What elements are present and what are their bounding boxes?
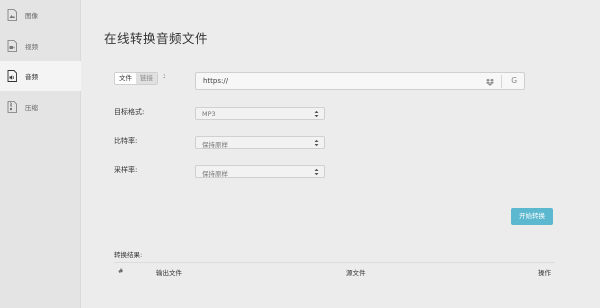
select-arrows-icon xyxy=(314,139,319,147)
format-select-value: MP3 xyxy=(202,110,216,118)
video-icon xyxy=(7,40,17,52)
results-divider xyxy=(114,262,555,263)
bitrate-select-value: 保持原样 xyxy=(202,141,228,149)
results-column-source: 源文件 xyxy=(346,269,366,277)
audio-file-icon xyxy=(7,70,17,82)
format-select[interactable]: MP3 xyxy=(195,107,325,120)
dropbox-icon[interactable] xyxy=(486,78,494,86)
sidebar-item-image[interactable]: 图像 xyxy=(0,0,81,30)
results-label: 转换结果: xyxy=(114,251,143,259)
samplerate-select[interactable]: 保持原样 xyxy=(195,165,325,178)
url-input[interactable]: https:// G xyxy=(195,72,525,90)
sidebar-item-label: 图像 xyxy=(25,12,38,20)
select-arrows-icon xyxy=(314,168,319,176)
bitrate-select[interactable]: 保持原样 xyxy=(195,136,325,149)
url-input-value: https:// xyxy=(203,77,229,85)
bitrate-label: 比特率: xyxy=(114,137,138,145)
sidebar-item-label: 压缩 xyxy=(25,104,38,112)
sidebar-item-label: 音频 xyxy=(25,73,38,81)
google-drive-icon[interactable]: G xyxy=(511,76,517,85)
main-content: 在线转换音频文件 文件 链接 : https:// G 目标格式: MP3 比特… xyxy=(81,0,600,308)
archive-icon xyxy=(7,101,17,113)
format-label: 目标格式: xyxy=(114,108,145,116)
results-column-output: 输出文件 xyxy=(156,269,182,277)
sidebar-item-audio[interactable]: 音频 xyxy=(0,61,81,91)
start-convert-button[interactable]: 开始转换 xyxy=(511,208,553,225)
file-toggle-button[interactable]: 文件 xyxy=(115,73,136,84)
results-column-index: # xyxy=(118,267,124,275)
image-icon xyxy=(7,9,17,21)
samplerate-label: 采样率: xyxy=(114,166,138,174)
page-title: 在线转换音频文件 xyxy=(104,31,209,46)
sidebar-item-video[interactable]: 视频 xyxy=(0,31,81,61)
sidebar: 图像 视频 音频 压缩 xyxy=(0,0,81,308)
select-arrows-icon xyxy=(314,110,319,118)
sidebar-item-archive[interactable]: 压缩 xyxy=(0,92,81,122)
link-toggle-button[interactable]: 链接 xyxy=(136,73,157,84)
source-toggle: 文件 链接 xyxy=(114,72,158,85)
samplerate-select-value: 保持原样 xyxy=(202,170,228,178)
source-colon: : xyxy=(163,72,166,80)
results-column-actions: 操作 xyxy=(538,269,551,277)
sidebar-item-label: 视频 xyxy=(25,43,38,51)
url-input-divider xyxy=(501,75,502,88)
